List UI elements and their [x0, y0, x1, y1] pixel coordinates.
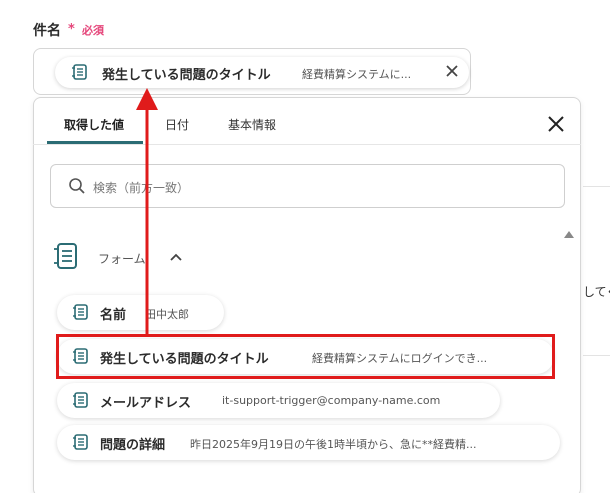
- search-placeholder: 検索（前方一致）: [93, 181, 190, 195]
- item-value: 昨日2025年9月19日の午後1時半頃から、急に**経費精...: [190, 438, 477, 451]
- close-icon[interactable]: [546, 114, 566, 134]
- field-label: 件名: [33, 23, 61, 39]
- form-icon: [73, 392, 88, 408]
- required-asterisk: *: [68, 22, 75, 37]
- tab-basic-info[interactable]: 基本情報: [228, 116, 276, 133]
- tab-retrieved-values[interactable]: 取得した値: [64, 116, 124, 133]
- chip-title: 発生している問題のタイトル: [102, 68, 271, 83]
- form-icon: [54, 243, 77, 269]
- background-partial-text: してく: [583, 285, 610, 299]
- background-divider: [583, 355, 610, 356]
- form-icon: [73, 304, 88, 320]
- search-icon: [69, 178, 85, 194]
- item-title: メールアドレス: [100, 396, 192, 411]
- form-icon: [72, 64, 87, 80]
- chip-value: 経費精算システムに...: [302, 68, 412, 81]
- form-icon: [73, 434, 88, 450]
- chevron-up-icon[interactable]: [169, 251, 183, 263]
- required-badge: 必須: [82, 24, 104, 37]
- background-divider: [583, 186, 610, 187]
- item-title: 問題の詳細: [100, 438, 166, 453]
- tab-divider: [33, 144, 581, 145]
- highlight-box: [56, 334, 555, 379]
- tab-date[interactable]: 日付: [165, 116, 189, 133]
- item-value: it-support-trigger@company-name.com: [222, 394, 441, 407]
- scroll-up-arrow[interactable]: [564, 231, 574, 238]
- remove-chip-icon[interactable]: [444, 63, 460, 79]
- item-value: 田中太郎: [145, 308, 189, 321]
- group-label: フォーム: [98, 252, 146, 266]
- item-title: 名前: [100, 308, 127, 323]
